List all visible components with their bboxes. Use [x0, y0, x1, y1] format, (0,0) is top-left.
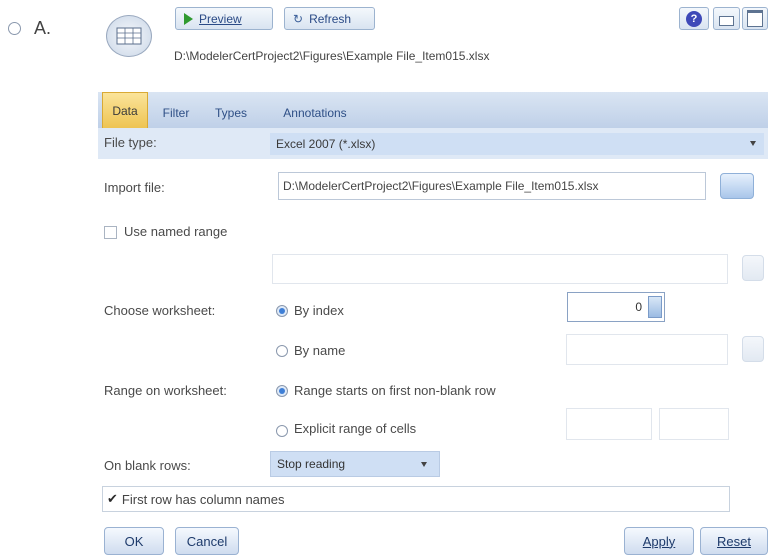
play-icon	[184, 12, 193, 25]
preview-button[interactable]: Preview	[175, 7, 273, 30]
choose-worksheet-label: Choose worksheet:	[104, 303, 216, 318]
reset-label: Reset	[717, 533, 751, 549]
apply-button[interactable]: Apply	[624, 527, 694, 555]
tab-annotations-label: Annotations	[283, 106, 347, 120]
refresh-label: Refresh	[309, 11, 352, 26]
explicit-range-label: Explicit range of cells	[294, 421, 417, 436]
minimize-icon	[719, 16, 734, 26]
browse-file-button[interactable]	[720, 173, 754, 199]
import-file-value: D:\ModelerCertProject2\Figures\Example F…	[283, 179, 599, 193]
help-icon: ?	[686, 10, 702, 27]
blank-rows-label: On blank rows:	[104, 458, 191, 473]
tab-annotations[interactable]: Annotations	[266, 100, 364, 126]
excel-source-node-icon	[106, 15, 152, 57]
help-button[interactable]: ?	[679, 7, 709, 30]
range-on-worksheet-label: Range on worksheet:	[104, 383, 227, 398]
range-first-nonblank-radio[interactable]	[276, 385, 288, 397]
chevron-down-icon	[750, 141, 756, 146]
answer-option-label: A.	[34, 18, 52, 38]
file-path-label: D:\ModelerCertProject2\Figures\Example F…	[174, 49, 490, 63]
sheet-name-browse-button	[742, 336, 764, 362]
apply-label: Apply	[642, 533, 676, 549]
file-type-value: Excel 2007 (*.xlsx)	[276, 137, 376, 151]
refresh-button[interactable]: ↻ Refresh	[284, 7, 375, 30]
cancel-label: Cancel	[186, 533, 228, 549]
sheet-name-input	[566, 334, 728, 365]
index-spinner[interactable]: 0	[567, 292, 665, 322]
ok-button[interactable]: OK	[104, 527, 164, 555]
named-range-input	[272, 254, 728, 284]
blank-rows-dropdown[interactable]: Stop reading	[270, 451, 440, 477]
named-range-browse-button	[742, 255, 764, 281]
range-start-input	[566, 408, 652, 440]
preview-label: Preview	[199, 11, 242, 26]
refresh-icon: ↻	[293, 11, 304, 26]
reset-button[interactable]: Reset	[700, 527, 768, 555]
blank-rows-chevron-icon	[421, 462, 427, 467]
index-value: 0	[635, 300, 642, 314]
maximize-button[interactable]	[742, 7, 768, 30]
cancel-button[interactable]: Cancel	[175, 527, 239, 555]
checkmark-icon: ✔	[107, 491, 118, 506]
file-type-label: File type:	[104, 135, 157, 150]
by-name-radio[interactable]	[276, 345, 288, 357]
tab-data[interactable]: Data	[102, 92, 148, 128]
by-index-radio[interactable]	[276, 305, 288, 317]
answer-radio[interactable]	[8, 22, 21, 35]
blank-rows-value: Stop reading	[277, 457, 346, 471]
import-file-input[interactable]: D:\ModelerCertProject2\Figures\Example F…	[278, 172, 706, 200]
use-named-range-checkbox[interactable]	[104, 226, 117, 239]
by-index-label: By index	[294, 303, 344, 318]
tab-types[interactable]: Types	[204, 100, 258, 126]
file-type-dropdown[interactable]: Excel 2007 (*.xlsx)	[270, 133, 764, 155]
first-row-names-row[interactable]: ✔ First row has column names	[102, 486, 730, 512]
tab-filter[interactable]: Filter	[152, 100, 200, 126]
tab-types-label: Types	[214, 106, 247, 120]
answer-option[interactable]: A.	[4, 18, 74, 40]
spinner-arrows-icon[interactable]	[648, 296, 662, 318]
ok-label: OK	[124, 533, 144, 549]
import-file-label: Import file:	[104, 180, 165, 195]
minimize-button[interactable]	[713, 7, 740, 30]
range-first-nonblank-label: Range starts on first non-blank row	[294, 383, 496, 398]
by-name-label: By name	[294, 343, 346, 358]
range-end-input	[659, 408, 729, 440]
use-named-range-label: Use named range	[124, 224, 228, 239]
tab-filter-label: Filter	[162, 106, 190, 120]
maximize-icon	[747, 10, 763, 27]
explicit-range-radio[interactable]	[276, 425, 288, 437]
first-row-names-label: First row has column names	[121, 491, 285, 507]
tab-data-label: Data	[112, 103, 138, 118]
